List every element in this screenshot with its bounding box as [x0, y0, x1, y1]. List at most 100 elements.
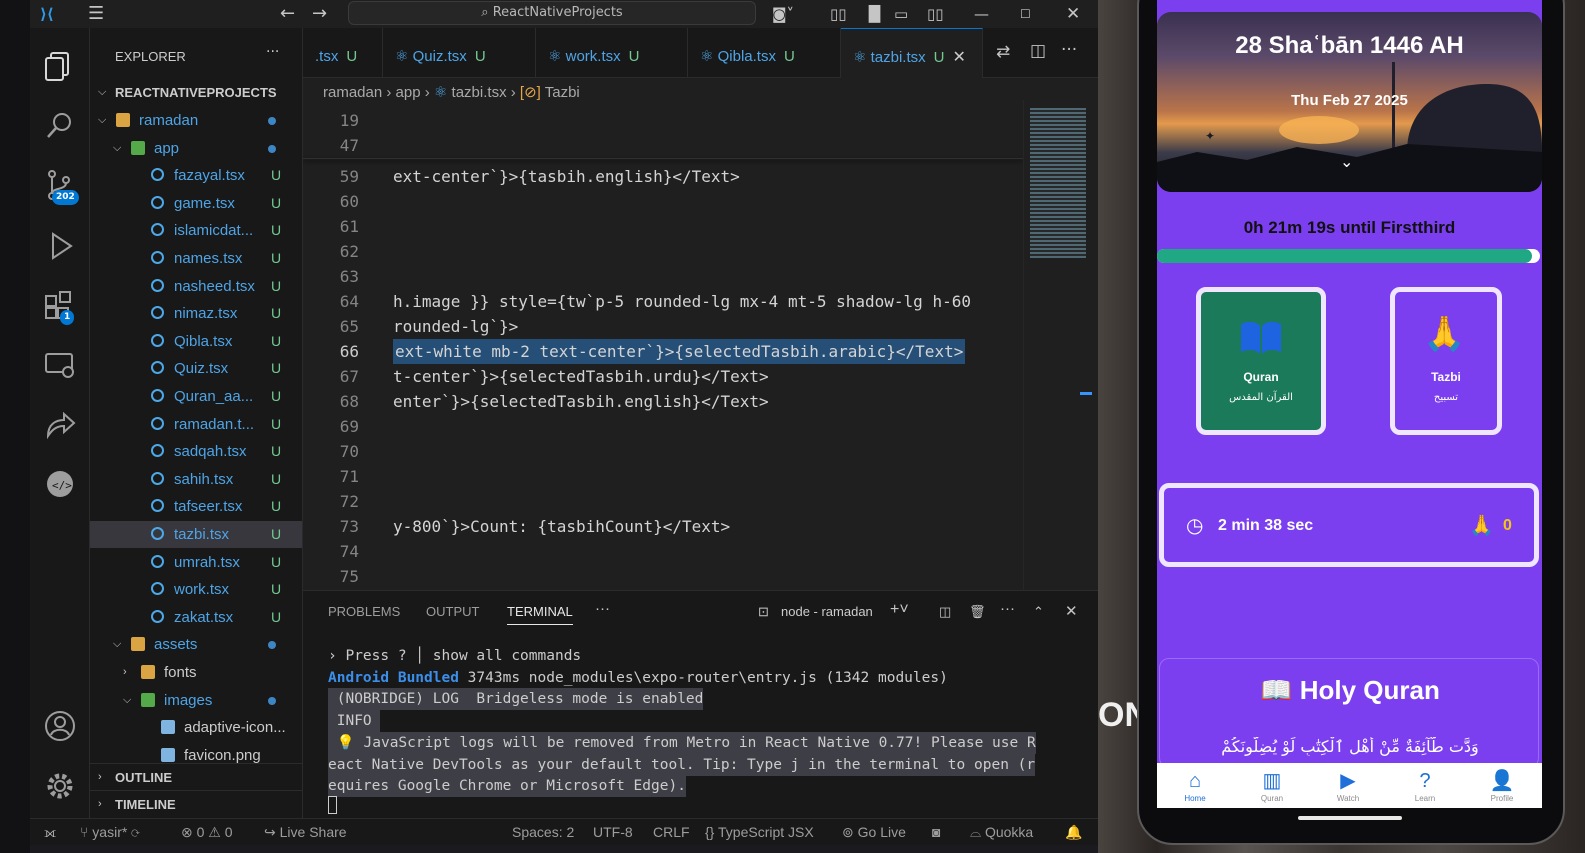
explorer-icon[interactable]: [42, 48, 78, 84]
folder-item[interactable]: ⌵ assets: [90, 631, 302, 658]
tazbi-card[interactable]: 🙏 Tazbi تسبیح: [1390, 287, 1502, 435]
nav-profile[interactable]: 👤 Profile: [1472, 763, 1532, 803]
file-item[interactable]: names.tsx U: [90, 245, 302, 272]
file-item[interactable]: Quran_aa... U: [90, 383, 302, 410]
search-view-icon[interactable]: [42, 108, 78, 144]
image-item[interactable]: adaptive-icon...: [90, 714, 302, 741]
branch-item[interactable]: ⑂ yasir* ⟳: [80, 819, 140, 845]
menu-icon[interactable]: ☰: [88, 0, 104, 28]
quran-card[interactable]: Quran القرآن المقدس: [1196, 287, 1326, 435]
copilot-icon[interactable]: ◙˅: [772, 0, 794, 28]
chevron-down-icon[interactable]: ⌄: [1340, 152, 1353, 171]
remote-icon[interactable]: ⟗: [44, 819, 56, 845]
golive-item[interactable]: ⊚ Go Live: [842, 819, 906, 845]
split-editor-icon[interactable]: ◫: [1030, 41, 1046, 61]
eol-item[interactable]: CRLF: [653, 819, 690, 845]
compare-icon[interactable]: ⇄: [996, 42, 1010, 62]
file-item[interactable]: ramadan.t... U: [90, 411, 302, 438]
file-item[interactable]: Qibla.tsx U: [90, 328, 302, 355]
folder-item[interactable]: ⌵ ramadan: [90, 107, 302, 134]
maximize-icon[interactable]: ☐: [1020, 0, 1031, 28]
run-debug-icon[interactable]: [42, 228, 78, 264]
toggle-sidebar-icon[interactable]: ▐▌: [863, 0, 886, 28]
account-icon[interactable]: [42, 708, 78, 744]
new-terminal-icon[interactable]: +˅: [890, 601, 909, 619]
file-item[interactable]: nasheed.tsx U: [90, 273, 302, 300]
terminal-more-icon[interactable]: ···: [1000, 600, 1015, 617]
file-item[interactable]: tazbi.tsx U: [90, 521, 302, 548]
file-item[interactable]: Quiz.tsx U: [90, 355, 302, 382]
scm-badge: 202: [52, 190, 79, 205]
file-item[interactable]: work.tsx U: [90, 576, 302, 603]
toggle-panel-icon[interactable]: ▭: [894, 0, 908, 28]
indentation-item[interactable]: Spaces: 2: [512, 819, 574, 845]
breadcrumb-symbol[interactable]: Tazbi: [545, 84, 580, 101]
code-editor[interactable]: 19 47 59 ext-center`}>{tasbih.english}</Tex…: [303, 108, 1023, 590]
toggle-secondary-icon[interactable]: ▯▯: [927, 0, 944, 28]
forward-icon[interactable]: →: [312, 0, 327, 28]
more-actions-icon[interactable]: ···: [266, 44, 279, 60]
tree-item-label: assets: [154, 636, 198, 654]
file-item[interactable]: game.tsx U: [90, 190, 302, 217]
extensions-icon[interactable]: 1: [42, 288, 78, 325]
nav-quran[interactable]: ▥ Quran: [1242, 763, 1302, 803]
close-tab-icon[interactable]: ✕: [953, 49, 966, 66]
svg-text:</>: </>: [52, 479, 72, 492]
file-item[interactable]: islamicdat... U: [90, 217, 302, 244]
file-item[interactable]: nimaz.tsx U: [90, 300, 302, 327]
problems-item[interactable]: ⊗ 0 ⚠ 0: [181, 819, 233, 845]
encoding-item[interactable]: UTF-8: [593, 819, 633, 845]
live-share-icon[interactable]: [42, 408, 78, 444]
breadcrumb-ramadan[interactable]: ramadan: [323, 84, 382, 101]
quokka-item[interactable]: ⌓ Quokka: [970, 819, 1033, 845]
nav-watch[interactable]: ▶ Watch: [1318, 763, 1378, 803]
tab-qibla[interactable]: ⚛ Qibla.tsx U: [688, 28, 841, 78]
minimap[interactable]: [1023, 100, 1098, 590]
nav-home[interactable]: ⌂ Home: [1165, 763, 1225, 803]
editor-more-icon[interactable]: ···: [1061, 40, 1077, 60]
chat-icon[interactable]: </>: [42, 468, 78, 504]
file-item[interactable]: sadqah.tsx U: [90, 438, 302, 465]
layout-icon[interactable]: ▯▯: [830, 0, 847, 28]
copilot-status-icon[interactable]: ◙: [932, 819, 940, 845]
folder-item[interactable]: ⌵ app: [90, 135, 302, 162]
tree-item-label: zakat.tsx: [174, 608, 234, 626]
tab-tsx[interactable]: .tsx U: [303, 28, 383, 78]
close-window-icon[interactable]: ✕: [1066, 0, 1080, 28]
tab-quiz[interactable]: ⚛ Quiz.tsx U: [383, 28, 536, 78]
source-control-icon[interactable]: 202: [42, 168, 79, 205]
settings-gear-icon[interactable]: [42, 768, 78, 804]
split-terminal-icon[interactable]: ◫: [939, 604, 951, 620]
untracked-status: U: [271, 194, 282, 211]
back-icon[interactable]: ←: [280, 0, 295, 28]
minimize-icon[interactable]: —: [974, 0, 989, 28]
tab-terminal[interactable]: TERMINAL: [507, 604, 573, 625]
tab-tazbi[interactable]: ⚛ tazbi.tsx U ✕: [841, 28, 983, 78]
notifications-icon[interactable]: 🔔: [1065, 819, 1082, 845]
tab-work[interactable]: ⚛ work.tsx U: [536, 28, 688, 78]
panel-more-icon[interactable]: ···: [595, 600, 610, 617]
file-item[interactable]: zakat.tsx U: [90, 604, 302, 631]
timeline-section[interactable]: › TIMELINE: [90, 790, 302, 817]
command-center-search[interactable]: ⌕ ReactNativeProjects: [348, 1, 756, 25]
liveshare-item[interactable]: ↪ Live Share: [264, 819, 347, 845]
close-panel-icon[interactable]: ✕: [1065, 602, 1078, 620]
breadcrumb-app[interactable]: app: [396, 84, 421, 101]
file-item[interactable]: umrah.tsx U: [90, 549, 302, 576]
breadcrumb-file[interactable]: tazbi.tsx: [452, 84, 507, 101]
maximize-panel-icon[interactable]: ⌃: [1033, 604, 1044, 620]
outline-section[interactable]: › OUTLINE: [90, 763, 302, 790]
file-item[interactable]: sahih.tsx U: [90, 466, 302, 493]
file-item[interactable]: fazayal.tsx U: [90, 162, 302, 189]
tab-problems[interactable]: PROBLEMS: [328, 604, 400, 619]
trash-icon[interactable]: 🗑: [969, 604, 986, 620]
folder-item[interactable]: ⌵ images: [90, 687, 302, 714]
folder-item[interactable]: › fonts: [90, 659, 302, 686]
terminal-name[interactable]: node - ramadan: [781, 604, 873, 619]
tab-output[interactable]: OUTPUT: [426, 604, 479, 619]
language-item[interactable]: {} TypeScript JSX: [705, 819, 814, 845]
workspace-root[interactable]: ⌵ REACTNATIVEPROJECTS: [90, 79, 302, 106]
remote-explorer-icon[interactable]: [42, 348, 78, 384]
file-item[interactable]: tafseer.tsx U: [90, 493, 302, 520]
nav-learn[interactable]: ? Learn: [1395, 763, 1455, 803]
